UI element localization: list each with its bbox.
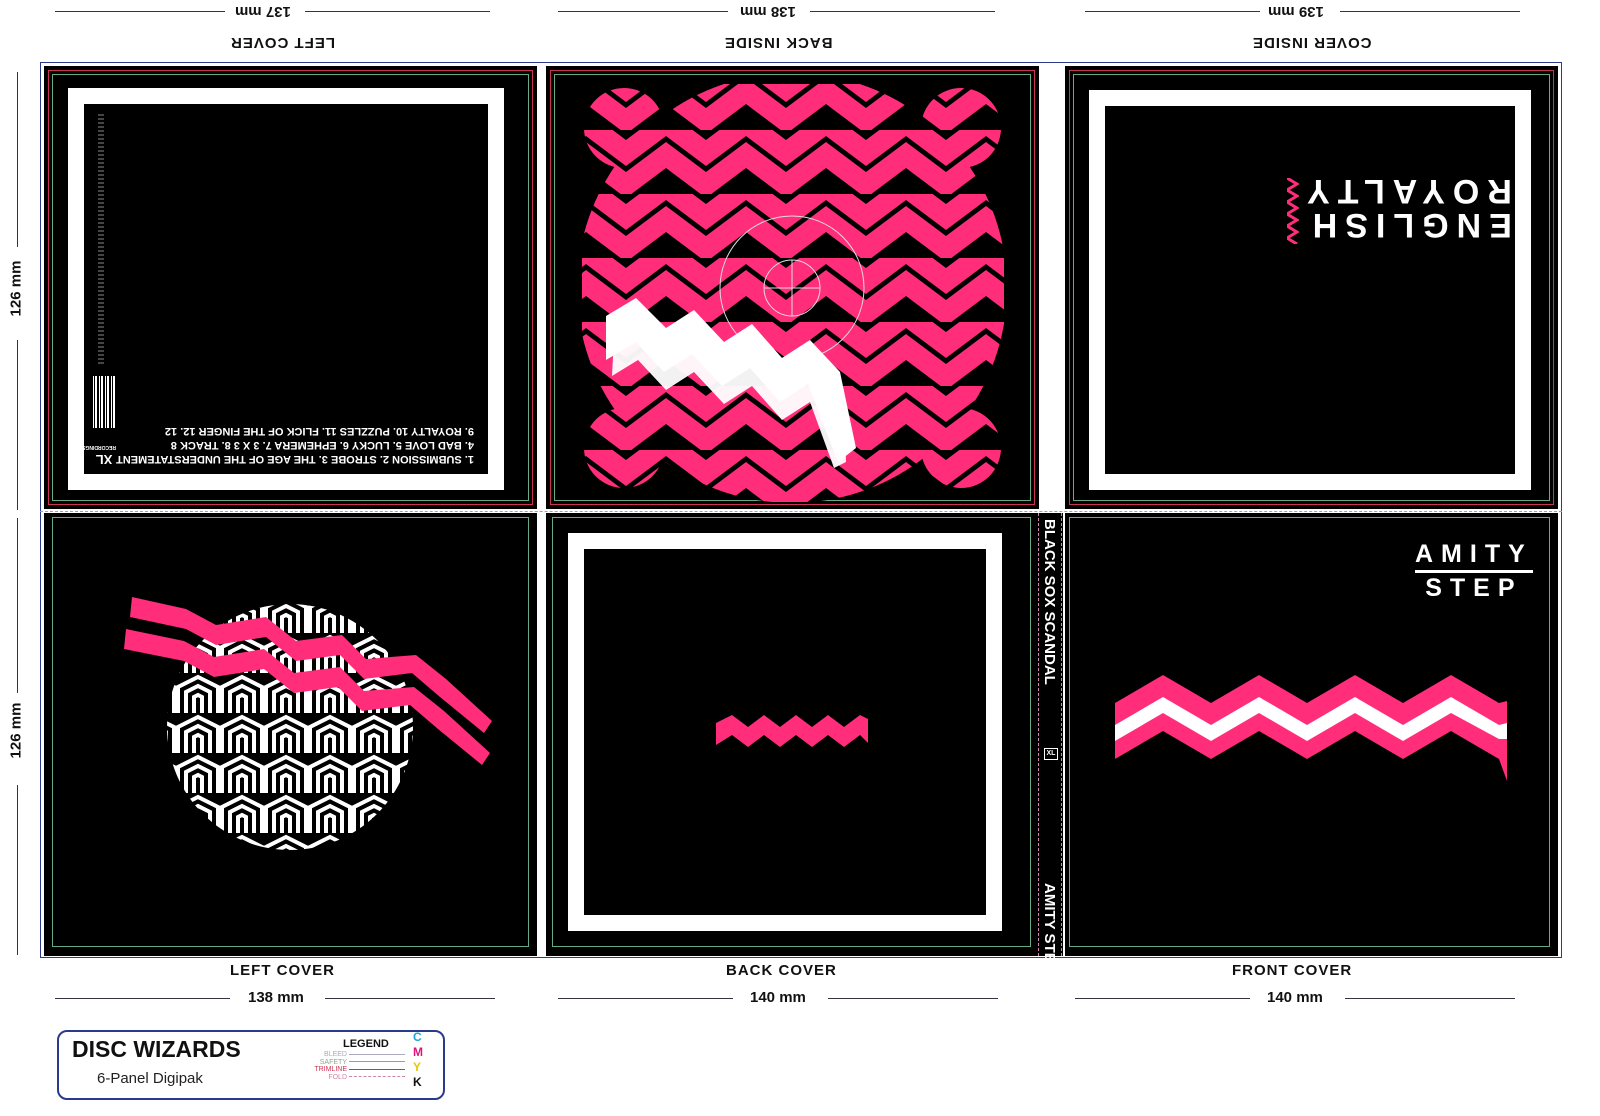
disc-tray-art <box>582 84 1004 502</box>
track-line: 4. BAD LOVE 5. LUCKY 6. EPHEMERA 7. 3 X … <box>170 439 474 451</box>
panel-label-top-left: LEFT COVER <box>230 34 336 51</box>
panel-inside-left: 1. SUBMISSION 2. STROBE 3. THE AGE OF TH… <box>44 66 537 509</box>
panel-label-bottom-middle: BACK COVER <box>726 962 837 979</box>
brand-name: DISC WIZARDS <box>72 1036 241 1062</box>
fold-line-horizontal <box>40 511 1562 512</box>
panel-back-cover <box>546 513 1037 956</box>
spine-artist: BLACK SOX SCANDAL <box>1041 519 1058 685</box>
small-pink-zigzag <box>716 715 868 747</box>
spine-xl-logo: XL <box>1044 748 1058 760</box>
inside-white-frame <box>1089 90 1531 490</box>
pink-zigzag-mark <box>1287 178 1299 244</box>
title-line: ROYALTY <box>1299 172 1512 210</box>
legend-heading: LEGEND <box>343 1038 389 1050</box>
side-dim-bottom: 126 mm <box>7 702 25 759</box>
product-name: 6-Panel Digipak <box>97 1070 203 1087</box>
op-art-circle <box>124 597 492 850</box>
panel-left-cover <box>44 513 537 956</box>
front-title: AMITY STEP <box>1415 539 1533 603</box>
legend-box: DISC WIZARDS 6-Panel Digipak LEGEND BLEE… <box>57 1030 445 1100</box>
fine-print <box>98 114 104 364</box>
barcode <box>93 376 115 428</box>
xl-logo: XL RECORDINGS <box>82 444 116 467</box>
panel-cover-inside: ENGLISH ROYALTY <box>1065 66 1558 509</box>
panel-front-cover: AMITY STEP <box>1065 513 1558 956</box>
dim-label: 139 mm <box>1268 3 1324 20</box>
dim-label: 137 mm <box>235 3 291 20</box>
tracklist: 1. SUBMISSION 2. STROBE 3. THE AGE OF TH… <box>116 424 474 466</box>
spine-title: AMITY STEP <box>1041 883 1058 973</box>
tracklist-card: 1. SUBMISSION 2. STROBE 3. THE AGE OF TH… <box>68 88 504 490</box>
front-title-line: STEP <box>1425 574 1523 602</box>
track-line: 1. SUBMISSION 2. STROBE 3. THE AGE OF TH… <box>116 453 474 465</box>
title-line: ENGLISH <box>1304 206 1512 244</box>
english-royalty-title: ENGLISH ROYALTY <box>1299 172 1512 244</box>
panel-label-top-right: COVER INSIDE <box>1252 34 1372 51</box>
panel-label-top-middle: BACK INSIDE <box>724 34 833 51</box>
cmyk-stack: C M Y K <box>413 1030 423 1089</box>
spine: BLACK SOX SCANDAL XL AMITY STEP <box>1037 513 1063 973</box>
front-title-line: AMITY <box>1415 539 1533 573</box>
panel-label-bottom-right: FRONT COVER <box>1232 962 1353 979</box>
panel-label-bottom-left: LEFT COVER <box>230 962 336 979</box>
side-dim-top: 126 mm <box>7 260 25 317</box>
legend-items: BLEED SAFETY TRIMLINE FOLD <box>314 1051 347 1081</box>
track-line: 9. ROYALTY 10. PUZZLES 11. FLICK OF THE … <box>164 425 474 437</box>
panel-back-inside <box>546 66 1039 509</box>
dim-label: 138 mm <box>740 3 796 20</box>
front-pink-zigzag <box>1115 675 1507 781</box>
